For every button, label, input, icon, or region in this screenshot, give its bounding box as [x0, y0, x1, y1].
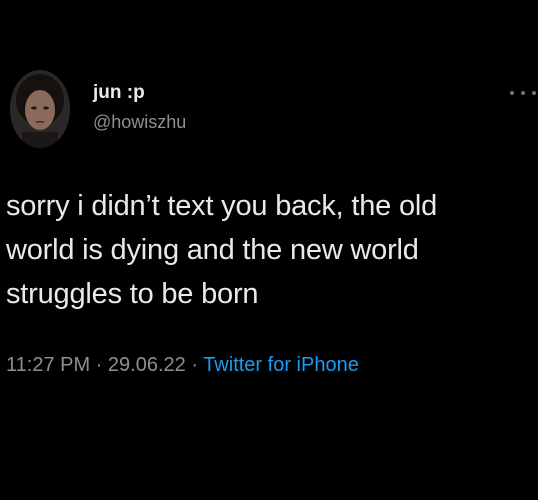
dot [532, 91, 536, 95]
tweet-text: sorry i didn’t text you back, the old wo… [6, 184, 526, 316]
tweet-meta: 11:27 PM · 29.06.22 · Twitter for iPhone [6, 354, 359, 377]
tweet-card: jun :p @howiszhu sorry i didn’t text you… [0, 0, 538, 500]
tweet-text-line: sorry i didn’t text you back, the old [6, 190, 438, 222]
tweet-text-line: world is dying and the new world [6, 234, 419, 266]
tweet-time[interactable]: 11:27 PM [6, 354, 90, 376]
separator: · [90, 354, 108, 376]
tweet-source-link[interactable]: Twitter for iPhone [203, 354, 359, 376]
user-handle[interactable]: @howiszhu [93, 112, 186, 133]
more-options-icon[interactable] [510, 86, 536, 100]
display-name[interactable]: jun :p [93, 82, 145, 104]
tweet-text-line: struggles to be born [6, 278, 259, 310]
separator: · [185, 354, 204, 376]
avatar-image [10, 70, 70, 148]
tweet-date[interactable]: 29.06.22 [108, 354, 186, 376]
dot [521, 91, 525, 95]
dot [510, 91, 514, 95]
avatar[interactable] [10, 70, 70, 148]
